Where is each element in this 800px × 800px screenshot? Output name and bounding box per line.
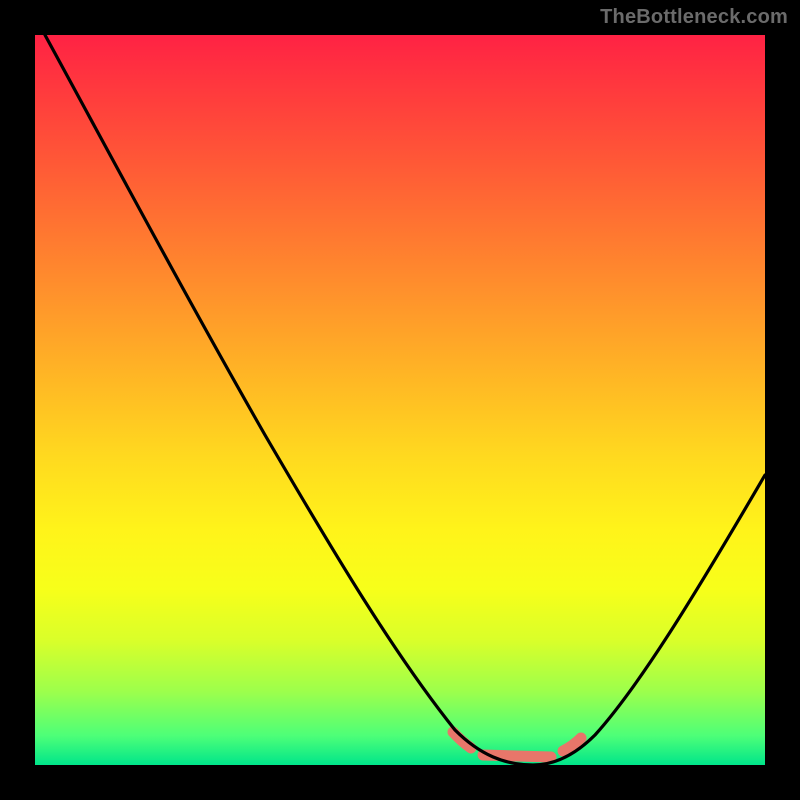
chart-frame: TheBottleneck.com xyxy=(0,0,800,800)
plot-area xyxy=(35,35,765,765)
curve-svg xyxy=(35,35,765,765)
bottleneck-curve-path xyxy=(45,35,765,765)
watermark-text: TheBottleneck.com xyxy=(600,6,788,29)
